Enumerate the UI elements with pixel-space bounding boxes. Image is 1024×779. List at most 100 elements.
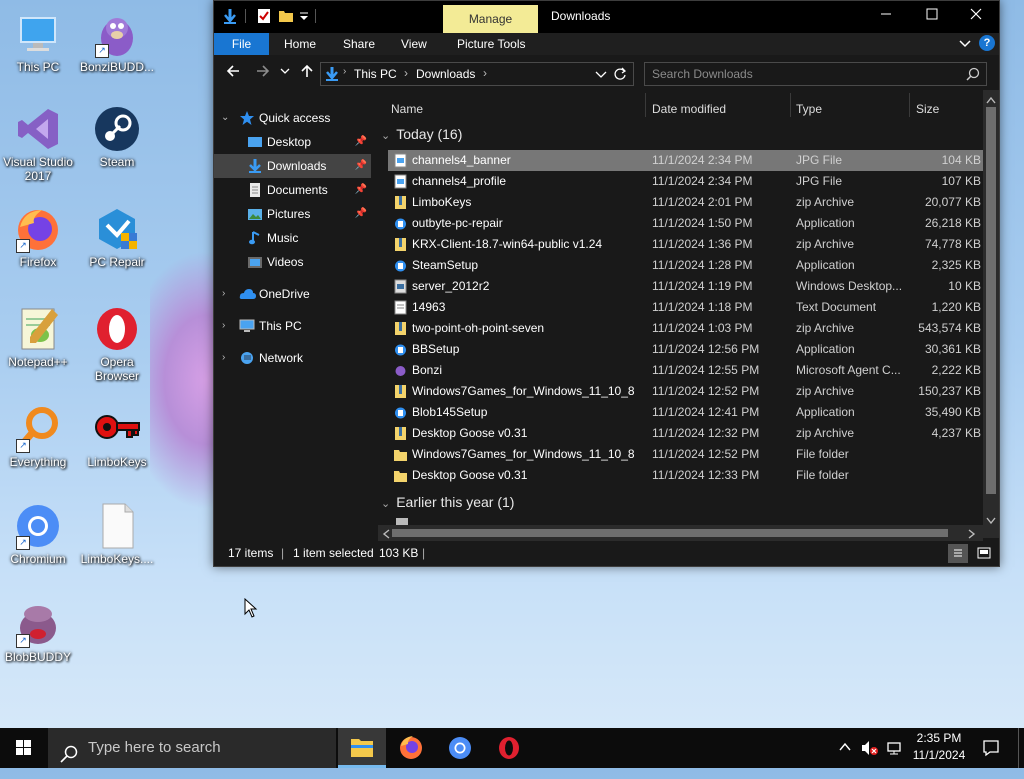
file-row-server-2012r2[interactable]: server_2012r2 11/1/2024 1:19 PM Windows De… bbox=[388, 276, 988, 297]
column-header-date[interactable]: Date modified bbox=[652, 98, 726, 120]
column-separator[interactable] bbox=[645, 93, 646, 117]
help-icon[interactable]: ? bbox=[979, 35, 995, 51]
address-box[interactable]: › This PC › Downloads › bbox=[320, 62, 634, 86]
desktop-icon-chromium[interactable]: ↗ Chromium bbox=[0, 502, 76, 566]
file-row-14963[interactable]: 14963 11/1/2024 1:18 PM Text Document 1,220… bbox=[388, 297, 988, 318]
customize-quick-access-icon[interactable] bbox=[298, 8, 314, 24]
group-header-earlier[interactable]: ⌄ Earlier this year (1) bbox=[381, 491, 514, 513]
file-row-outbyte-pc-repair[interactable]: outbyte-pc-repair 11/1/2024 1:50 PM Applic… bbox=[388, 213, 988, 234]
network-status-icon[interactable] bbox=[886, 740, 904, 759]
system-clock[interactable]: 2:35 PM 11/1/2024 bbox=[908, 730, 970, 764]
scroll-up-icon[interactable] bbox=[986, 93, 996, 107]
file-row-blob145setup[interactable]: Blob145Setup 11/1/2024 12:41 PM Applicatio… bbox=[388, 402, 988, 423]
refresh-icon[interactable] bbox=[613, 67, 627, 84]
file-date: 11/1/2024 1:28 PM bbox=[652, 258, 753, 272]
file-row-desktop-goose-v0-31[interactable]: Desktop Goose v0.31 11/1/2024 12:32 PM zip… bbox=[388, 423, 988, 444]
file-row-windows7games-for-windows-11-10-8[interactable]: Windows7Games_for_Windows_11_10_8 11/1/20… bbox=[388, 444, 988, 465]
show-desktop-button[interactable] bbox=[1018, 728, 1019, 768]
sidebar-item-pictures[interactable]: Pictures 📌 bbox=[214, 202, 371, 226]
column-separator[interactable] bbox=[790, 93, 791, 117]
shortcut-arrow-icon: ↗ bbox=[16, 439, 30, 453]
large-icons-view-button[interactable] bbox=[974, 544, 994, 563]
breadcrumb-this-pc[interactable]: This PC bbox=[354, 67, 397, 81]
tab-share[interactable]: Share bbox=[343, 33, 375, 55]
sidebar-item-desktop[interactable]: Desktop 📌 bbox=[214, 130, 371, 154]
horizontal-scrollbar[interactable] bbox=[378, 525, 983, 541]
new-folder-icon[interactable] bbox=[278, 8, 294, 24]
recent-locations-button[interactable] bbox=[278, 63, 292, 83]
search-icon bbox=[966, 67, 980, 84]
scroll-right-icon[interactable] bbox=[968, 528, 976, 542]
hscroll-thumb[interactable] bbox=[392, 529, 948, 537]
start-button[interactable] bbox=[0, 728, 48, 768]
desktop-icon-notepadpp[interactable]: Notepad++ bbox=[0, 305, 76, 369]
taskbar-search-box[interactable]: Type here to search bbox=[48, 728, 336, 768]
scroll-left-icon[interactable] bbox=[382, 528, 390, 542]
forward-button[interactable] bbox=[253, 63, 273, 83]
column-header-type[interactable]: Type bbox=[796, 98, 822, 120]
tab-home[interactable]: Home bbox=[284, 33, 316, 55]
back-button[interactable] bbox=[223, 63, 243, 83]
show-hidden-icons-icon[interactable] bbox=[838, 740, 852, 757]
desktop-icon-this-pc[interactable]: This PC bbox=[0, 10, 76, 74]
file-row-steamsetup[interactable]: SteamSetup 11/1/2024 1:28 PM Application 2,… bbox=[388, 255, 988, 276]
sidebar-item-onedrive[interactable]: › OneDrive bbox=[214, 282, 371, 306]
tab-view[interactable]: View bbox=[401, 33, 427, 55]
desktop-icon-opera[interactable]: Opera Browser bbox=[79, 305, 155, 383]
desktop-icon-visual-studio[interactable]: Visual Studio 2017 bbox=[0, 105, 76, 183]
desktop-icon-firefox[interactable]: ↗ Firefox bbox=[0, 205, 76, 269]
close-button[interactable] bbox=[953, 1, 999, 33]
minimize-button[interactable] bbox=[863, 1, 909, 33]
manage-tab[interactable]: Manage bbox=[443, 5, 538, 33]
tab-file[interactable]: File bbox=[214, 33, 269, 55]
desktop-icon-limbokeys-file[interactable]: LimboKeys.... bbox=[79, 502, 155, 566]
maximize-button[interactable] bbox=[909, 1, 955, 33]
file-row-channels4-profile[interactable]: channels4_profile 11/1/2024 2:34 PM JPG Fi… bbox=[388, 171, 988, 192]
sidebar-item-network[interactable]: › Network bbox=[214, 346, 371, 370]
desktop-icon-limbokeys[interactable]: LimboKeys bbox=[79, 405, 155, 469]
desktop-icon-pc-repair[interactable]: PC Repair bbox=[79, 205, 155, 269]
desktop-icon-blobbuddy[interactable]: ↗ BlobBUDDY bbox=[0, 600, 76, 664]
scroll-down-icon[interactable] bbox=[986, 514, 996, 528]
file-row-bbsetup[interactable]: BBSetup 11/1/2024 12:56 PM Application 30,3… bbox=[388, 339, 988, 360]
taskbar-chromium[interactable] bbox=[436, 728, 484, 768]
details-view-button[interactable] bbox=[948, 544, 968, 563]
sidebar-item-quick-access[interactable]: ⌄ Quick access bbox=[214, 106, 371, 130]
taskbar-opera[interactable] bbox=[485, 728, 533, 768]
file-row-limbokeys[interactable]: LimboKeys 11/1/2024 2:01 PM zip Archive 20,… bbox=[388, 192, 988, 213]
chevron-down-icon: ⌄ bbox=[381, 130, 391, 142]
vertical-scrollbar[interactable] bbox=[983, 90, 999, 538]
notifications-icon[interactable] bbox=[982, 739, 1000, 760]
taskbar-file-explorer[interactable] bbox=[338, 728, 386, 768]
sidebar-item-videos[interactable]: Videos bbox=[214, 250, 371, 274]
sidebar-item-downloads[interactable]: Downloads 📌 bbox=[214, 154, 371, 178]
desktop-icon-steam[interactable]: Steam bbox=[79, 105, 155, 169]
properties-icon[interactable] bbox=[256, 8, 272, 24]
tab-picture-tools[interactable]: Picture Tools bbox=[457, 33, 525, 55]
column-header-name[interactable]: Name bbox=[391, 98, 423, 120]
address-dropdown-icon[interactable] bbox=[595, 67, 607, 84]
volume-muted-icon[interactable] bbox=[861, 740, 879, 759]
file-row-channels4-banner[interactable]: channels4_banner 11/1/2024 2:34 PM JPG Fil… bbox=[388, 150, 988, 171]
window-title: Downloads bbox=[551, 9, 611, 23]
up-button[interactable] bbox=[297, 63, 317, 83]
file-name: 14963 bbox=[412, 300, 446, 314]
expand-ribbon-icon[interactable] bbox=[958, 36, 972, 53]
file-row-two-point-oh-point-seven[interactable]: two-point-oh-point-seven 11/1/2024 1:03 P… bbox=[388, 318, 988, 339]
file-row-windows7games-for-windows-11-10-8[interactable]: Windows7Games_for_Windows_11_10_8 11/1/20… bbox=[388, 381, 988, 402]
column-header-size[interactable]: Size bbox=[916, 98, 939, 120]
column-separator[interactable] bbox=[909, 93, 910, 117]
search-input[interactable]: Search Downloads bbox=[644, 62, 987, 86]
sidebar-item-documents[interactable]: Documents 📌 bbox=[214, 178, 371, 202]
desktop-icon-everything[interactable]: ↗ Everything bbox=[0, 405, 76, 469]
desktop-icon-bonzibuddy[interactable]: ↗ BonziBUDD... bbox=[79, 10, 155, 74]
taskbar-firefox[interactable] bbox=[387, 728, 435, 768]
sidebar-item-music[interactable]: Music bbox=[214, 226, 371, 250]
file-row-krx-client-18-7-win64-public-v1-24[interactable]: KRX-Client-18.7-win64-public v1.24 11/1/2… bbox=[388, 234, 988, 255]
file-row-bonzi[interactable]: Bonzi 11/1/2024 12:55 PM Microsoft Agent C… bbox=[388, 360, 988, 381]
sidebar-item-this-pc[interactable]: › This PC bbox=[214, 314, 371, 338]
group-header-today[interactable]: ⌄ Today (16) bbox=[381, 123, 462, 145]
scroll-thumb[interactable] bbox=[986, 107, 996, 494]
file-row-desktop-goose-v0-31[interactable]: Desktop Goose v0.31 11/1/2024 12:33 PM Fil… bbox=[388, 465, 988, 486]
breadcrumb-downloads[interactable]: Downloads bbox=[416, 67, 475, 81]
